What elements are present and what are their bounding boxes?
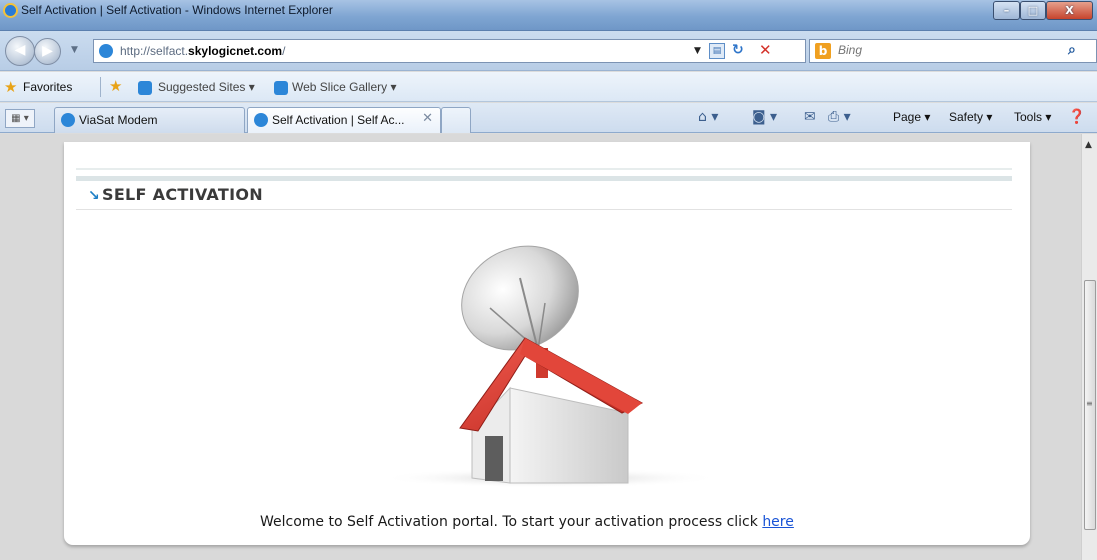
maximize-button[interactable]: □ — [1020, 1, 1046, 20]
search-box[interactable]: b ⌕ — [809, 39, 1097, 63]
new-tab-button[interactable] — [441, 107, 471, 133]
stop-icon[interactable]: ✕ — [759, 41, 772, 59]
page-viewport: ↘ SELF ACTIVATION Welcome to Self Activa… — [0, 134, 1081, 560]
divider — [100, 77, 101, 97]
tools-menu[interactable]: Tools ▾ — [1014, 110, 1051, 124]
divider — [76, 168, 1012, 170]
bing-icon: b — [815, 43, 831, 59]
tab-bar: ▦ ▾ ViaSat Modem Self Activation | Self … — [0, 103, 1097, 133]
ie-logo-icon — [3, 3, 18, 18]
section-title: SELF ACTIVATION — [102, 185, 263, 204]
page-favicon-icon — [99, 44, 113, 58]
divider — [76, 209, 1012, 210]
scrollbar-thumb[interactable]: ≡ — [1084, 280, 1096, 530]
quick-tabs-button[interactable]: ▦ ▾ — [5, 109, 35, 128]
vertical-scrollbar[interactable]: ▲ ≡ — [1081, 134, 1097, 560]
page-menu[interactable]: Page ▾ — [893, 110, 930, 124]
forward-button[interactable]: ▶ — [34, 38, 61, 65]
tab-label: Self Activation | Self Ac... — [272, 113, 405, 127]
mail-icon[interactable]: ✉ — [804, 109, 816, 125]
close-button[interactable]: X — [1046, 1, 1093, 20]
safety-menu[interactable]: Safety ▾ — [949, 110, 992, 124]
address-url[interactable]: http://selfact.skylogicnet.com/ — [120, 44, 285, 58]
minimize-button[interactable]: – — [993, 1, 1020, 20]
here-link[interactable]: here — [762, 514, 794, 530]
tab-self-activation[interactable]: Self Activation | Self Ac... ✕ — [247, 107, 441, 133]
tab-viasat-modem[interactable]: ViaSat Modem — [54, 107, 245, 133]
refresh-icon[interactable]: ↻ — [732, 42, 744, 58]
recent-pages-dropdown-icon[interactable]: ▼ — [71, 45, 78, 55]
content-card: ↘ SELF ACTIVATION Welcome to Self Activa… — [64, 142, 1030, 545]
tab-label: ViaSat Modem — [79, 113, 158, 127]
home-icon[interactable]: ⌂ ▾ — [698, 109, 718, 125]
title-bar: Self Activation | Self Activation - Wind… — [0, 0, 1097, 31]
tab-favicon-icon — [61, 113, 75, 127]
back-button[interactable]: ◀ — [5, 36, 35, 66]
welcome-text: Welcome to Self Activation portal. To st… — [260, 514, 763, 530]
address-bar[interactable]: http://selfact.skylogicnet.com/ ▼ ▤ ↻ ✕ — [93, 39, 806, 63]
satellite-house-illustration — [380, 245, 720, 488]
favorites-bar: ★ Favorites ★ Suggested Sites ▾ Web Slic… — [0, 72, 1097, 102]
welcome-message: Welcome to Self Activation portal. To st… — [260, 514, 794, 530]
add-favorites-icon[interactable]: ★ — [109, 77, 122, 95]
feeds-icon[interactable]: ◙ ▾ — [752, 109, 777, 125]
scroll-up-icon[interactable]: ▲ — [1085, 140, 1092, 150]
print-icon[interactable]: ⎙ ▾ — [828, 109, 851, 125]
address-dropdown-icon[interactable]: ▼ — [694, 46, 701, 56]
search-icon[interactable]: ⌕ — [1068, 42, 1076, 58]
close-tab-icon[interactable]: ✕ — [422, 111, 433, 126]
favorites-star-icon[interactable]: ★ — [4, 78, 17, 96]
favorites-button[interactable]: Favorites — [23, 80, 72, 94]
web-slice-gallery-icon — [274, 81, 288, 95]
suggested-sites-link[interactable]: Suggested Sites ▾ — [158, 80, 255, 94]
compatibility-view-icon[interactable]: ▤ — [709, 43, 725, 59]
search-input[interactable] — [838, 43, 1068, 57]
section-arrow-icon: ↘ — [88, 188, 100, 204]
web-slice-gallery-link[interactable]: Web Slice Gallery ▾ — [292, 80, 397, 94]
divider — [76, 176, 1012, 181]
window-title: Self Activation | Self Activation - Wind… — [21, 3, 333, 17]
navigation-bar: ◀ ▶ ▼ http://selfact.skylogicnet.com/ ▼ … — [0, 31, 1097, 71]
suggested-sites-icon — [138, 81, 152, 95]
help-icon[interactable]: ❓ — [1068, 109, 1085, 125]
tab-favicon-icon — [254, 113, 268, 127]
grip-icon: ≡ — [1086, 399, 1093, 408]
